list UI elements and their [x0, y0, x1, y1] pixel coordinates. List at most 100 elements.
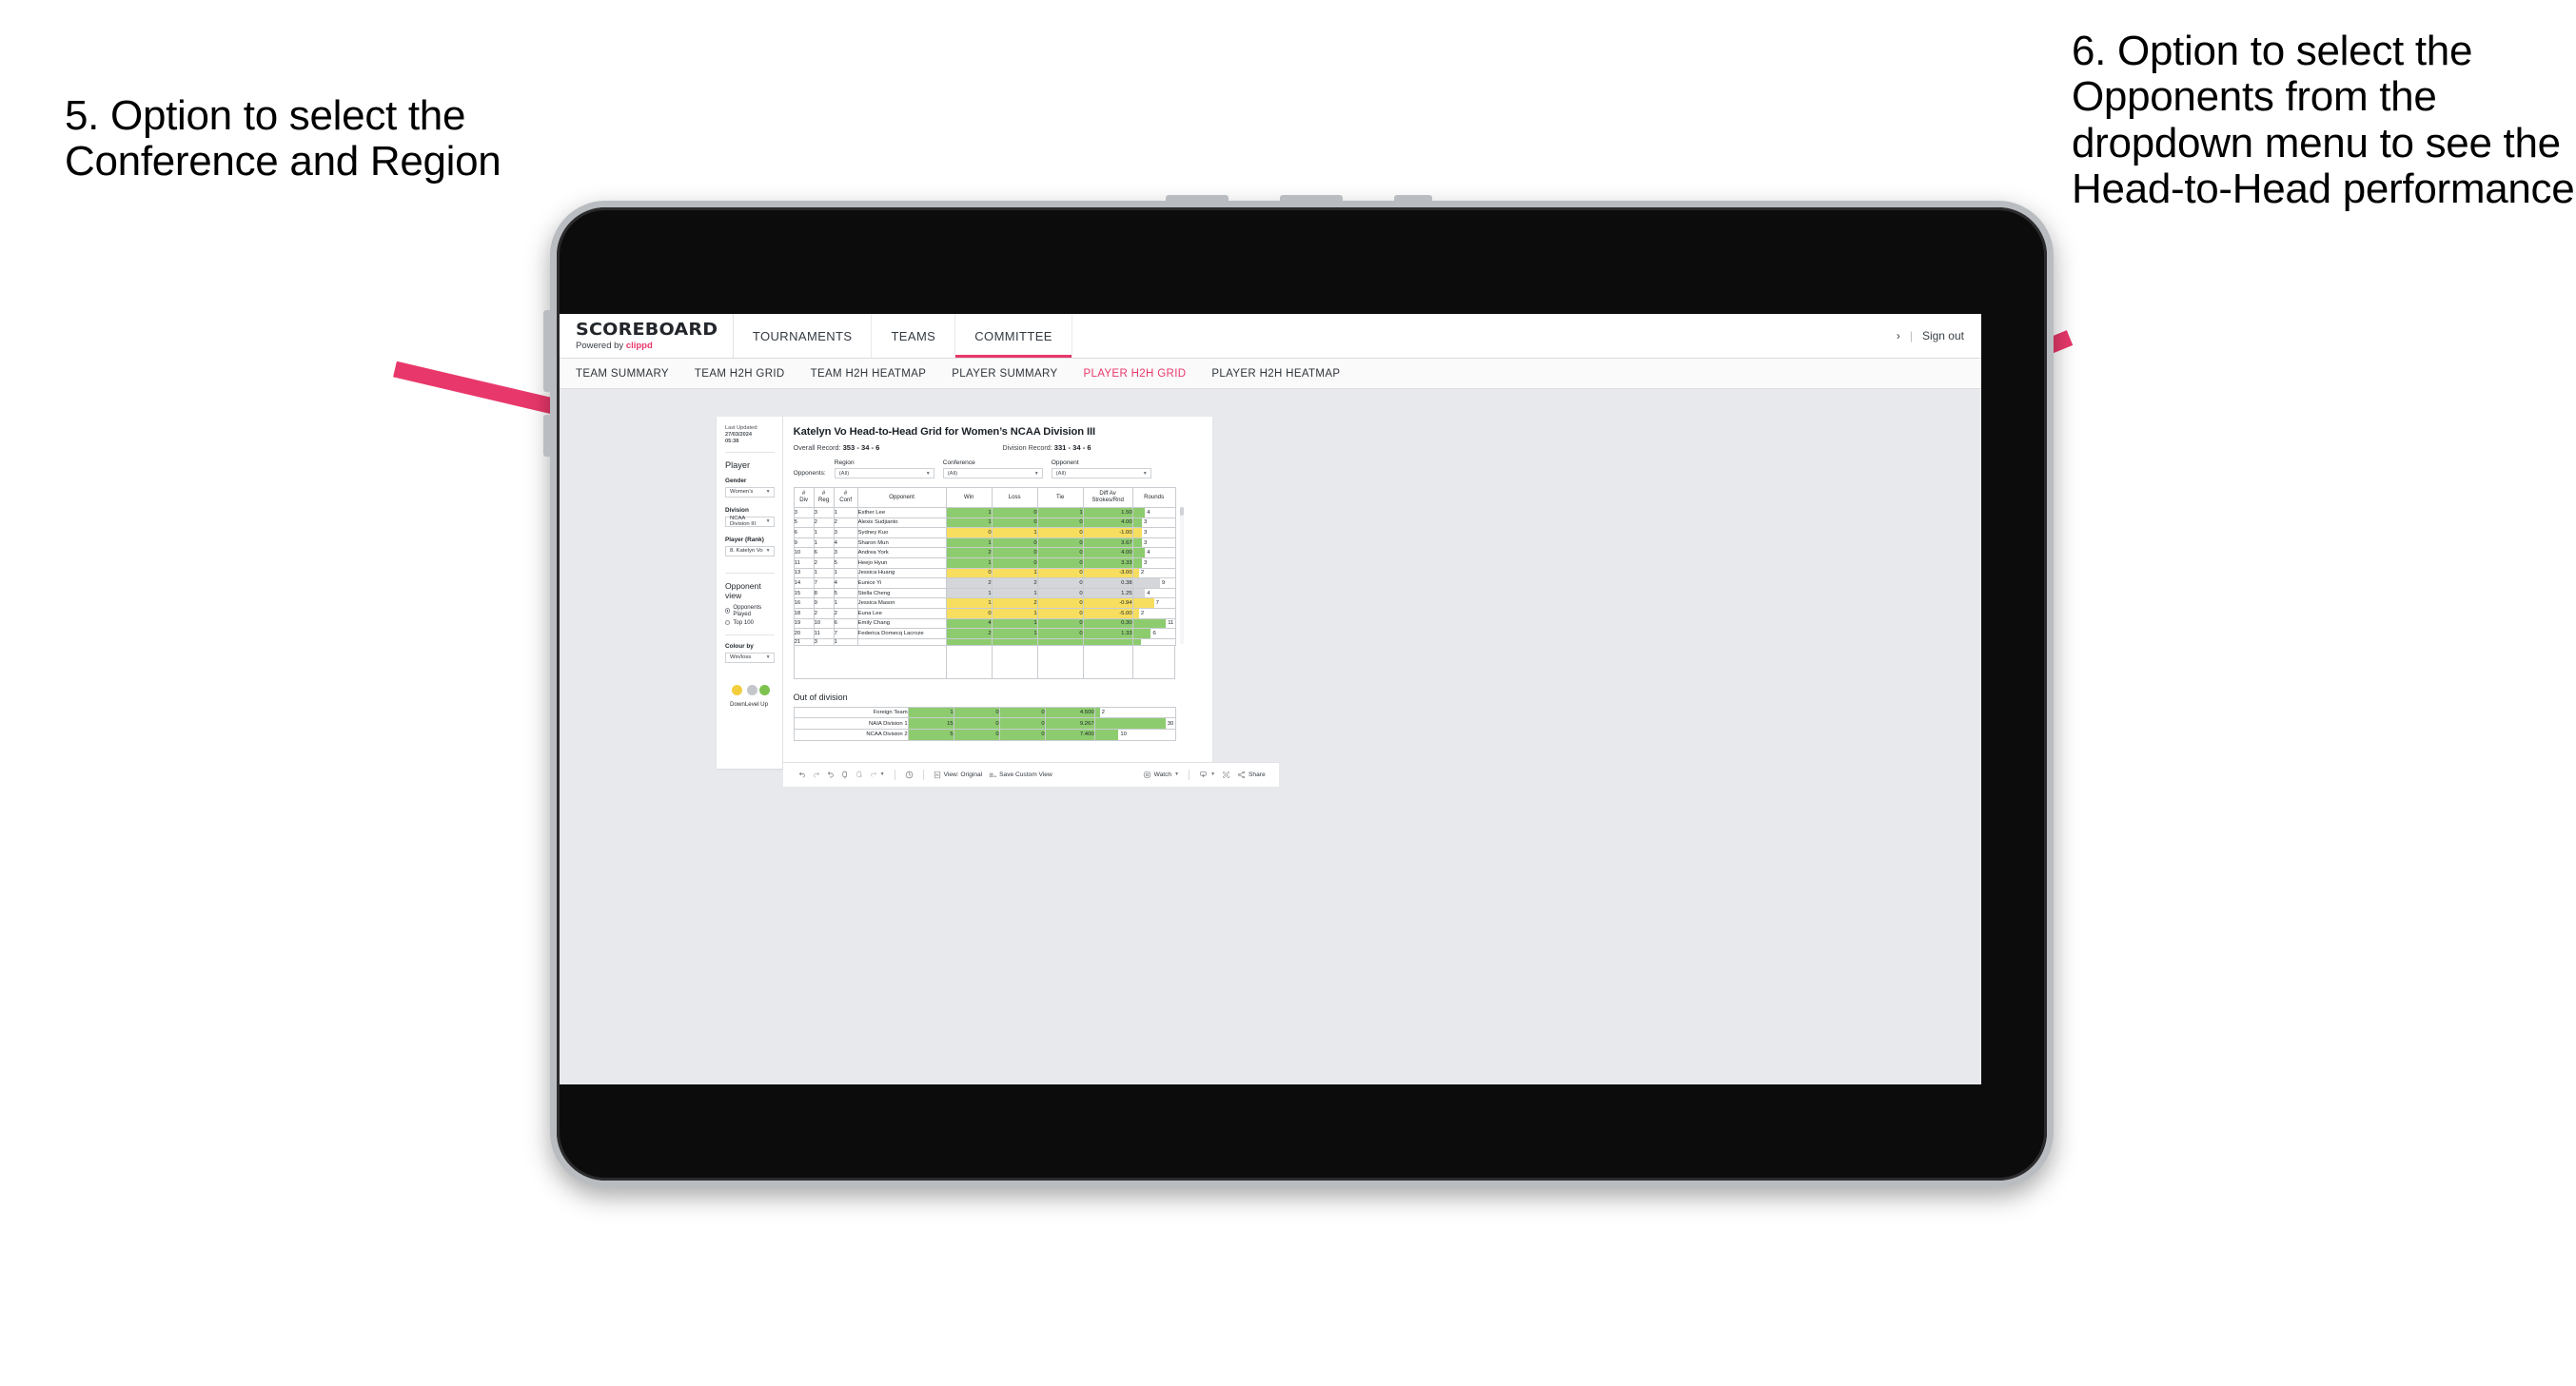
- cell-opponent: Euna Lee: [856, 607, 947, 619]
- player-rank-value: 8. Katelyn Vo: [730, 548, 763, 555]
- view-icon: [934, 771, 941, 779]
- cell-opponent: Jessica Huang: [856, 567, 947, 579]
- chevron-down-icon: ▼: [925, 470, 931, 477]
- gender-select[interactable]: Women’s ▼: [725, 486, 775, 498]
- download-dropdown[interactable]: ▼: [1199, 771, 1215, 779]
- table-row[interactable]: 3 3 1 Esther Lee 1 0 1 1.50 4: [793, 507, 1176, 518]
- cell-tie: 0: [998, 717, 1046, 730]
- division-label: Division: [725, 506, 749, 514]
- table-row[interactable]: 5 2 2 Alexis Sudjianto 1 0 0 4.00 3: [793, 517, 1176, 529]
- sidebar-heading-player: Player: [725, 459, 751, 470]
- cell-diff: 0.30: [1082, 617, 1133, 630]
- legend-dot-down: [732, 684, 743, 695]
- watch-dropdown[interactable]: Watch ▼: [1143, 771, 1179, 779]
- topnav-item-committee[interactable]: COMMITTEE: [955, 314, 1072, 358]
- cell-conf: 4: [833, 577, 858, 589]
- table-row-partial[interactable]: 21 3 1: [793, 637, 1176, 646]
- tab-player-summary[interactable]: PLAYER SUMMARY: [952, 368, 1057, 380]
- divider: |: [1909, 329, 1913, 342]
- save-custom-view-button[interactable]: Save Custom View: [989, 771, 1052, 779]
- radio-opponents-played[interactable]: Opponents Played: [725, 604, 775, 617]
- table-row[interactable]: 10 6 3 Andrea York 2 0 0 4.00 4: [793, 547, 1176, 558]
- pause-updates-icon[interactable]: [855, 771, 863, 779]
- redo-icon[interactable]: [813, 771, 820, 778]
- view-original-label: View: Original: [943, 771, 983, 778]
- out-of-division-row[interactable]: Foreign Team 1 0 0 4.500 2: [793, 706, 1176, 719]
- share-button[interactable]: Share: [1237, 771, 1266, 779]
- cell-tie: 0: [1036, 547, 1084, 558]
- refresh-data-icon[interactable]: [841, 771, 849, 779]
- player-rank-label: Player (Rank): [725, 536, 764, 543]
- grid-scrollbar-thumb[interactable]: [1179, 507, 1184, 516]
- region-select[interactable]: (All) ▼: [834, 468, 934, 478]
- app-top-navigation: SCOREBOARD Powered by clippd TOURNAMENTS…: [557, 314, 1981, 359]
- player-rank-select[interactable]: 8. Katelyn Vo ▼: [725, 545, 775, 556]
- tab-player-h2h-grid[interactable]: PLAYER H2H GRID: [1083, 368, 1186, 380]
- conference-select[interactable]: (All) ▼: [942, 468, 1043, 478]
- save-view-icon: [989, 771, 997, 779]
- revert-icon[interactable]: [827, 771, 835, 778]
- fullscreen-icon[interactable]: [1222, 771, 1230, 779]
- topnav-item-tournaments[interactable]: TOURNAMENTS: [734, 314, 873, 358]
- tablet-device: SCOREBOARD Powered by clippd TOURNAMENTS…: [543, 195, 2054, 1187]
- sign-out-link[interactable]: Sign out: [1922, 329, 1964, 342]
- table-row[interactable]: 11 2 5 Heejo Hyun 1 0 0 3.33 3: [793, 556, 1176, 569]
- table-row[interactable]: 9 1 4 Sharon Mun 1 0 0 3.67 3: [793, 537, 1176, 549]
- division-select[interactable]: NCAA Division III ▼: [725, 516, 775, 527]
- tab-team-summary[interactable]: TEAM SUMMARY: [576, 368, 669, 380]
- chevron-right-icon[interactable]: ›: [1897, 329, 1900, 342]
- radio-icon: [725, 619, 731, 626]
- radio-label: Top 100: [733, 618, 755, 626]
- cell-conf: 3: [833, 527, 858, 538]
- undo-icon[interactable]: [798, 771, 806, 778]
- cell-rounds: 11: [1131, 617, 1176, 630]
- cell-div: 16: [793, 597, 815, 609]
- cell-rounds: 30: [1093, 717, 1176, 730]
- brand-logo[interactable]: SCOREBOARD Powered by clippd: [557, 314, 734, 358]
- cell-tie: 0: [998, 728, 1046, 741]
- col-win: Win: [945, 487, 993, 508]
- colour-by-select[interactable]: Win/loss ▼: [725, 652, 775, 663]
- watch-eye-icon: [1143, 771, 1151, 779]
- table-row[interactable]: 19 10 6 Emily Chang 4 1 0 0.30 11: [793, 617, 1176, 630]
- chevron-down-icon: ▼: [765, 518, 771, 525]
- out-of-division-row[interactable]: NCAA Division 2 5 0 0 7.400 10: [793, 728, 1176, 741]
- tab-team-h2h-heatmap[interactable]: TEAM H2H HEATMAP: [811, 368, 927, 380]
- device-volume-button: [543, 310, 552, 392]
- cell-div: 14: [793, 577, 815, 589]
- gender-label: Gender: [725, 477, 747, 484]
- share-loop-dropdown[interactable]: ▼: [870, 771, 885, 778]
- cell-reg: 2: [813, 556, 835, 569]
- cell-div: 19: [793, 617, 815, 630]
- colour-legend: Down Level Up: [725, 684, 775, 708]
- cell-opponent: Stella Cheng: [856, 587, 947, 599]
- chevron-down-icon: ▼: [1174, 771, 1180, 777]
- device-top-button-2: [1280, 195, 1343, 204]
- opponent-select[interactable]: (All) ▼: [1051, 468, 1151, 478]
- viz-bottom-toolbar: ▼ View: Original Save Custom View Watch …: [782, 761, 1279, 787]
- overall-record: Overall Record: 353 - 34 - 6: [793, 443, 880, 452]
- grid-scrollbar-track[interactable]: [1179, 507, 1184, 644]
- tab-team-h2h-grid[interactable]: TEAM H2H GRID: [695, 368, 785, 380]
- conference-label: Conference: [942, 459, 975, 466]
- table-row[interactable]: 13 1 1 Jessica Huang 0 1 0 -3.00 2: [793, 567, 1176, 579]
- topnav-item-teams[interactable]: TEAMS: [872, 314, 956, 358]
- tab-player-h2h-heatmap[interactable]: PLAYER H2H HEATMAP: [1211, 368, 1340, 380]
- table-row[interactable]: 18 2 2 Euna Lee 0 1 0 -5.00 2: [793, 607, 1176, 619]
- col-rounds: Rounds: [1131, 487, 1176, 508]
- radio-top-100[interactable]: Top 100: [725, 619, 775, 626]
- view-original-button[interactable]: View: Original: [934, 771, 983, 779]
- col-conf: # Conf: [833, 487, 858, 508]
- legend-item-level: Level: [745, 684, 759, 708]
- cell-diff: 9.267: [1044, 717, 1095, 730]
- table-row[interactable]: 15 8 5 Stella Cheng 1 1 0 1.25 4: [793, 587, 1176, 599]
- cell-diff: 0.38: [1082, 577, 1133, 589]
- table-row[interactable]: 20 11 7 Federica Domecq Lacroze 2 1 0 1.33 6: [793, 628, 1176, 639]
- opponents-label: Opponents:: [793, 470, 826, 477]
- table-row[interactable]: 16 9 1 Jessica Mason 1 2 0 -0.94 7: [793, 597, 1176, 609]
- pause-auto-update-icon[interactable]: [905, 771, 914, 779]
- h2h-grid-table: # Div # Reg # Conf Opponent Win Loss Tie Di…: [793, 487, 1176, 646]
- table-row[interactable]: 14 7 4 Eunice Yi 2 2 0 0.38 9: [793, 577, 1176, 589]
- out-of-division-row[interactable]: NAIA Division 1 15 0 0 9.267 30: [793, 717, 1176, 730]
- table-row[interactable]: 6 1 3 Sydney Kuo 0 1 0 -1.00 3: [793, 527, 1176, 538]
